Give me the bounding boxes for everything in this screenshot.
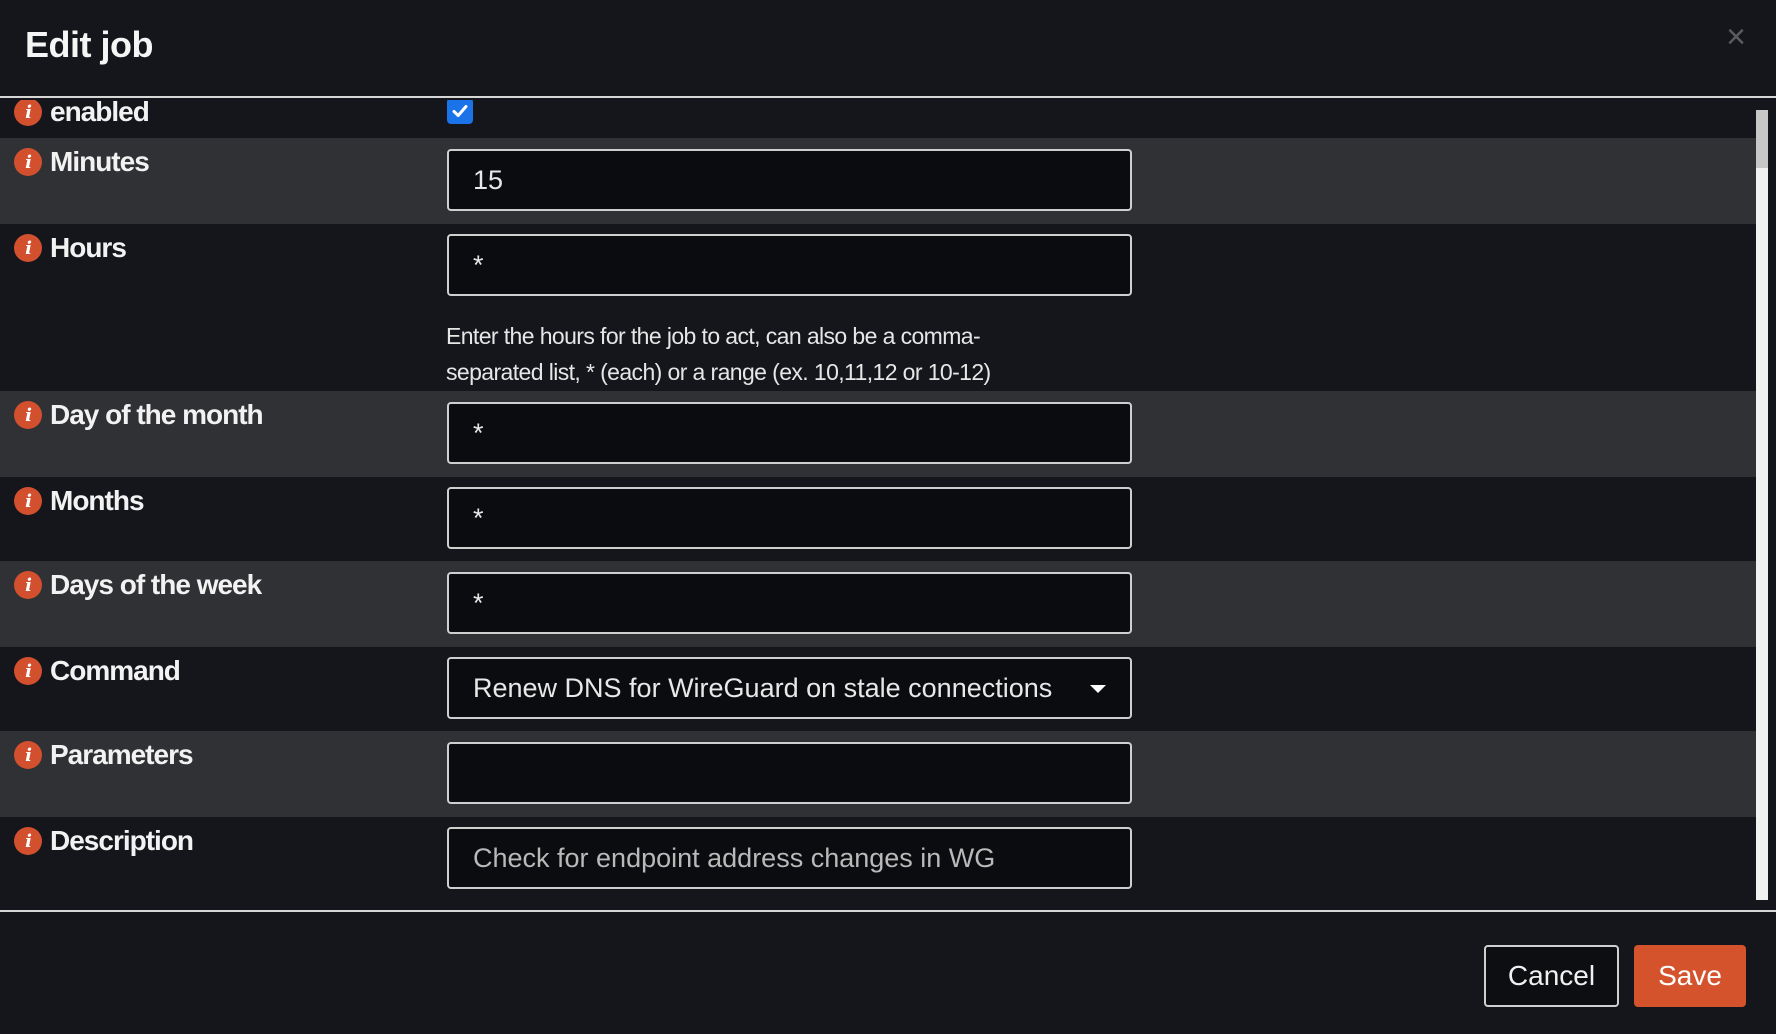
command-select-value: Renew DNS for WireGuard on stale connect… bbox=[473, 672, 1053, 703]
edit-job-dialog: Edit job × i enabled i Minutes 15 i Hour… bbox=[0, 0, 1776, 1034]
info-icon[interactable]: i bbox=[14, 487, 42, 515]
row-description: i Description Check for endpoint address… bbox=[0, 817, 1758, 895]
row-hours: i Hours * Enter the hours for the job to… bbox=[0, 224, 1758, 391]
label-command: i Command bbox=[14, 655, 181, 687]
info-icon[interactable]: i bbox=[14, 741, 42, 769]
label-months: i Months bbox=[14, 485, 145, 517]
label-hours: i Hours bbox=[14, 232, 127, 264]
info-icon[interactable]: i bbox=[14, 571, 42, 599]
dialog-header: Edit job × bbox=[0, 0, 1776, 98]
info-icon[interactable]: i bbox=[14, 401, 42, 429]
dialog-title: Edit job bbox=[25, 24, 153, 65]
info-icon[interactable]: i bbox=[14, 148, 42, 176]
parameters-input[interactable] bbox=[447, 742, 1132, 804]
label-text: Day of the month bbox=[50, 399, 264, 430]
label-text: Parameters bbox=[50, 739, 194, 770]
label-text: Months bbox=[50, 485, 145, 516]
label-text: Command bbox=[50, 655, 181, 686]
info-icon[interactable]: i bbox=[14, 234, 42, 262]
label-days-of-week: i Days of the week bbox=[14, 569, 262, 601]
row-months: i Months * bbox=[0, 477, 1758, 561]
hours-help-text: Enter the hours for the job to act, can … bbox=[446, 323, 991, 385]
minutes-input[interactable]: 15 bbox=[447, 149, 1132, 211]
info-icon[interactable]: i bbox=[14, 827, 42, 855]
label-text: Minutes bbox=[50, 146, 150, 177]
enabled-checkbox[interactable] bbox=[447, 100, 473, 124]
label-day-of-month: i Day of the month bbox=[14, 399, 264, 431]
label-minutes: i Minutes bbox=[14, 146, 150, 178]
dialog-footer: Cancel Save bbox=[0, 910, 1776, 1034]
row-command: i Command Renew DNS for WireGuard on sta… bbox=[0, 647, 1758, 731]
cancel-button[interactable]: Cancel bbox=[1484, 945, 1619, 1007]
scrollbar-thumb[interactable] bbox=[1756, 110, 1768, 168]
info-icon[interactable]: i bbox=[14, 657, 42, 685]
scrollbar[interactable] bbox=[1756, 110, 1768, 900]
hours-input[interactable]: * bbox=[447, 234, 1132, 296]
save-button[interactable]: Save bbox=[1634, 945, 1746, 1007]
row-enabled: i enabled bbox=[0, 100, 1758, 138]
dialog-body: i enabled i Minutes 15 i Hours * Enter t… bbox=[0, 100, 1776, 910]
label-text: enabled bbox=[50, 100, 150, 127]
description-input[interactable]: Check for endpoint address changes in WG bbox=[447, 827, 1132, 889]
label-description: i Description bbox=[14, 825, 194, 857]
row-day-of-month: i Day of the month * bbox=[0, 391, 1758, 477]
close-icon[interactable]: × bbox=[1726, 20, 1746, 54]
info-icon[interactable]: i bbox=[14, 100, 42, 126]
command-select[interactable]: Renew DNS for WireGuard on stale connect… bbox=[447, 657, 1132, 719]
label-text: Days of the week bbox=[50, 569, 262, 600]
day-of-month-input[interactable]: * bbox=[447, 402, 1132, 464]
label-text: Hours bbox=[50, 232, 127, 263]
row-minutes: i Minutes 15 bbox=[0, 138, 1758, 224]
label-enabled: i enabled bbox=[14, 100, 150, 128]
row-parameters: i Parameters bbox=[0, 731, 1758, 817]
check-icon bbox=[452, 105, 468, 117]
label-text: Description bbox=[50, 825, 194, 856]
days-of-week-input[interactable]: * bbox=[447, 572, 1132, 634]
chevron-down-icon bbox=[1090, 685, 1106, 693]
row-days-of-week: i Days of the week * bbox=[0, 561, 1758, 647]
months-input[interactable]: * bbox=[447, 487, 1132, 549]
label-parameters: i Parameters bbox=[14, 739, 194, 771]
